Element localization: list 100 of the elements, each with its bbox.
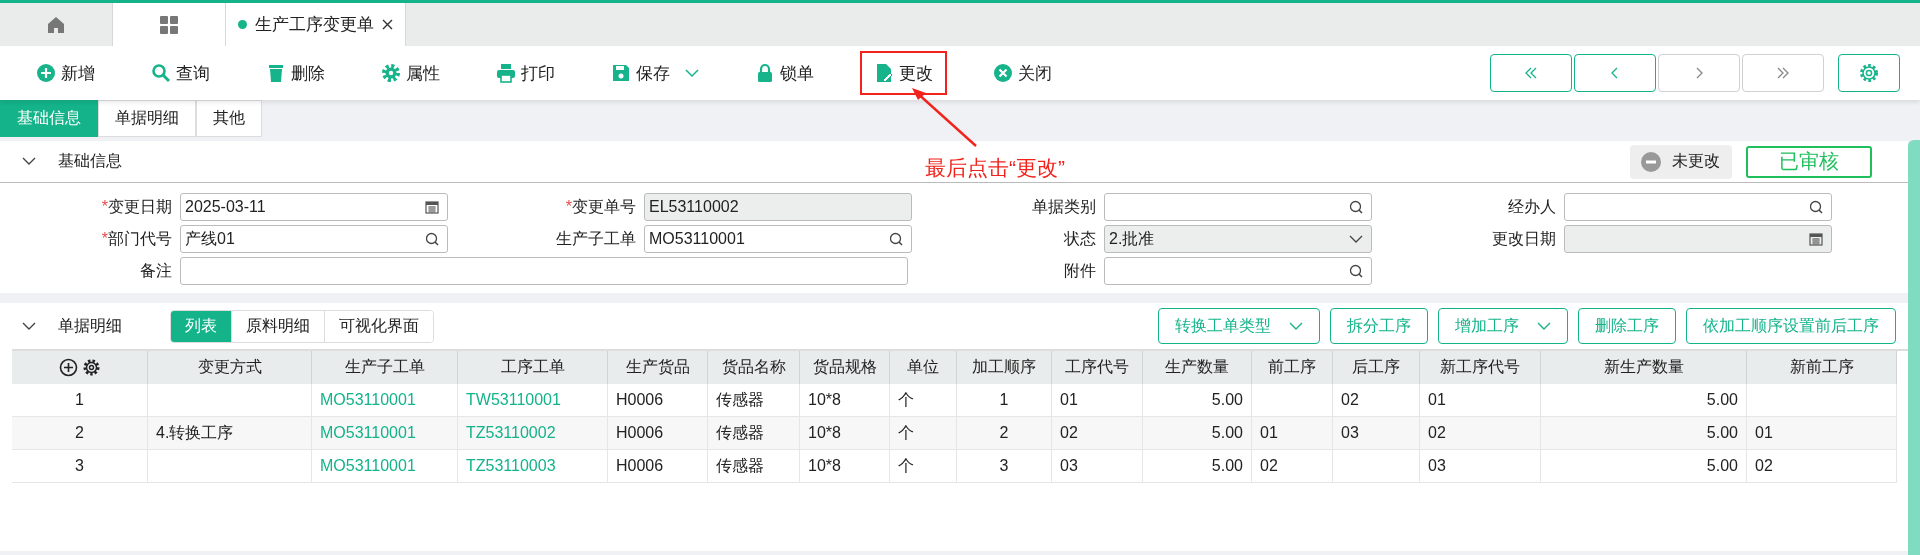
table-cell: 个	[890, 450, 957, 483]
field-label: 生产子工单	[555, 228, 636, 249]
field-label: 附件	[1063, 260, 1096, 281]
table-cell: 10*8	[800, 450, 890, 483]
double-chevron-icon	[1776, 66, 1790, 80]
toolbar-button[interactable]: 更改	[860, 51, 947, 95]
form-tab[interactable]: 其他	[196, 100, 262, 137]
search-icon	[1349, 200, 1363, 214]
toolbar-button[interactable]: 打印	[486, 51, 565, 95]
table-cell: 5.00	[1541, 417, 1747, 450]
section-title: 单据明细	[58, 315, 122, 336]
add-row-icon[interactable]	[58, 358, 78, 377]
caret-icon	[685, 68, 699, 78]
settings-icon	[381, 63, 401, 83]
document-tab[interactable]: 生产工序变更单	[226, 3, 406, 46]
field-label: *部门代号	[100, 228, 172, 249]
field-label: 备注	[139, 260, 172, 281]
toolbar-button[interactable]: 保存	[601, 51, 709, 95]
column-header: 工序代号	[1052, 351, 1143, 384]
table-cell: 传感器	[708, 417, 800, 450]
table-cell: 03	[1052, 450, 1143, 483]
column-header: 货品名称	[708, 351, 800, 384]
table-cell: H0006	[608, 417, 708, 450]
column-header: 新生产数量	[1541, 351, 1747, 384]
document-tab[interactable]	[113, 3, 226, 46]
table-cell: 01	[1747, 417, 1897, 450]
table-cell: 传感器	[708, 450, 800, 483]
chevron-down-icon[interactable]	[22, 321, 36, 331]
input-field[interactable]	[1104, 193, 1372, 221]
view-tab[interactable]: 可视化界面	[324, 310, 433, 342]
field-label: 经办人	[1507, 196, 1556, 217]
field-label: *变更单号	[564, 196, 636, 217]
date-field[interactable]: 2025-03-11	[180, 193, 448, 221]
table-cell: 3	[957, 450, 1052, 483]
change-status-badge: 未更改	[1630, 144, 1732, 179]
printer-icon	[496, 63, 516, 83]
section-title: 基础信息	[58, 151, 122, 171]
table-cell: 2	[957, 417, 1052, 450]
calendar-icon	[1809, 232, 1823, 246]
table-cell: 03	[1333, 417, 1420, 450]
input-field[interactable]	[1104, 257, 1372, 285]
toolbar-button[interactable]: 关闭	[983, 51, 1062, 95]
status-dot-icon	[238, 20, 247, 29]
chevron-down-icon[interactable]	[22, 157, 36, 166]
approval-stamp: 已审核	[1746, 145, 1872, 178]
toolbar-button[interactable]: 新增	[26, 51, 105, 95]
column-header: 单位	[890, 351, 957, 384]
caret-icon	[1537, 321, 1551, 331]
table-cell: 03	[1420, 450, 1541, 483]
settings-icon[interactable]	[81, 358, 101, 377]
table-cell: 02	[1747, 450, 1897, 483]
form-tab[interactable]: 单据明细	[98, 100, 196, 137]
table-cell: 01	[1252, 417, 1333, 450]
pager-button[interactable]	[1490, 54, 1572, 92]
column-header: 前工序	[1252, 351, 1333, 384]
lock-icon	[755, 63, 775, 83]
column-header: 新前工序	[1747, 351, 1897, 384]
input-field[interactable]: 产线01	[180, 225, 448, 253]
table-cell: 02	[1052, 417, 1143, 450]
trash-icon	[266, 63, 286, 83]
home-icon	[46, 14, 66, 35]
column-header: 生产货品	[608, 351, 708, 384]
search-icon	[1809, 200, 1823, 214]
scrollbar[interactable]	[1908, 140, 1920, 555]
column-header: 新工序代号	[1420, 351, 1541, 384]
search-icon	[425, 232, 439, 246]
toolbar-button[interactable]: 锁单	[745, 51, 824, 95]
double-chevron-icon	[1524, 66, 1538, 80]
table-cell: 02	[1252, 450, 1333, 483]
input-field[interactable]: MO53110001	[644, 225, 912, 253]
settings-icon	[1858, 62, 1880, 84]
table-cell: H0006	[608, 450, 708, 483]
field-label: *变更日期	[100, 196, 172, 217]
input-field[interactable]	[1564, 193, 1832, 221]
plus-circle-icon	[36, 63, 56, 83]
toolbar-button[interactable]: 属性	[371, 51, 450, 95]
table-cell: 个	[890, 417, 957, 450]
input-field[interactable]	[180, 257, 908, 285]
close-icon	[993, 63, 1013, 83]
search-icon	[889, 232, 903, 246]
field-label: 状态	[1063, 228, 1096, 249]
pager-button[interactable]	[1574, 54, 1656, 92]
caret-icon	[1289, 321, 1303, 331]
table-cell: 02	[1420, 417, 1541, 450]
toolbar-button[interactable]: 查询	[141, 51, 220, 95]
column-header: 生产子工单	[312, 351, 458, 384]
grid-icon	[159, 14, 179, 35]
column-header: 变更方式	[148, 351, 312, 384]
column-header: 后工序	[1333, 351, 1420, 384]
column-header: 工序工单	[458, 351, 608, 384]
toolbar-button[interactable]: 删除	[256, 51, 335, 95]
document-pen-icon	[874, 63, 894, 83]
table-cell: 5.00	[1143, 450, 1252, 483]
settings-button[interactable]	[1838, 54, 1900, 92]
table-cell: 5.00	[1143, 417, 1252, 450]
caret-icon	[1349, 234, 1363, 244]
close-icon[interactable]	[382, 19, 393, 30]
table-cell: 5.00	[1541, 450, 1747, 483]
calendar-icon	[425, 200, 439, 214]
row-number: 2	[12, 417, 148, 450]
